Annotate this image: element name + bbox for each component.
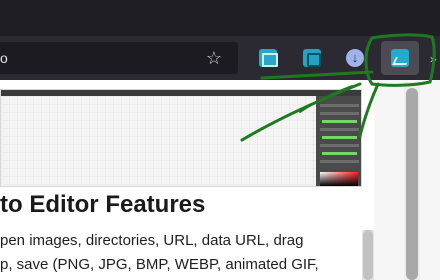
frame-capture-extension-button[interactable]: [297, 44, 327, 72]
preview-panel-row: [320, 112, 359, 115]
preview-panel-slider: [322, 136, 357, 139]
preview-panel-row: [320, 160, 359, 163]
feature-text-line: pen images, directories, URL, data URL, …: [0, 232, 304, 249]
page-title: to Editor Features: [0, 191, 206, 218]
editor-preview-image: [0, 89, 362, 187]
feature-text-line: p, save (PNG, JPG, BMP, WEBP, animated G…: [0, 256, 319, 273]
article-scrollbar-thumb[interactable]: [363, 230, 373, 280]
tab-strip: [0, 0, 440, 36]
address-bar-text: o: [0, 50, 8, 66]
preview-panel-slider: [322, 152, 357, 155]
toolbar-overflow-button[interactable]: »: [430, 52, 440, 66]
screen-capture-extension-button[interactable]: [253, 44, 283, 72]
preview-color-picker: [320, 172, 358, 186]
page-scrollbar-thumb[interactable]: [406, 88, 418, 280]
preview-panel-row: [320, 104, 359, 107]
preview-panel-row: [320, 144, 359, 147]
screen-capture-icon: [259, 49, 278, 67]
address-bar[interactable]: [0, 42, 238, 74]
downloads-button[interactable]: [340, 44, 370, 72]
preview-panel-row: [320, 128, 359, 131]
preview-side-panel: [316, 96, 361, 186]
photo-editor-extension-button[interactable]: [381, 41, 419, 75]
download-icon: [346, 49, 364, 67]
photo-editor-icon: [391, 49, 409, 67]
preview-canvas: [1, 96, 316, 186]
frame-capture-icon: [303, 49, 321, 67]
star-icon[interactable]: ☆: [204, 48, 224, 68]
preview-panel-slider: [322, 120, 357, 123]
